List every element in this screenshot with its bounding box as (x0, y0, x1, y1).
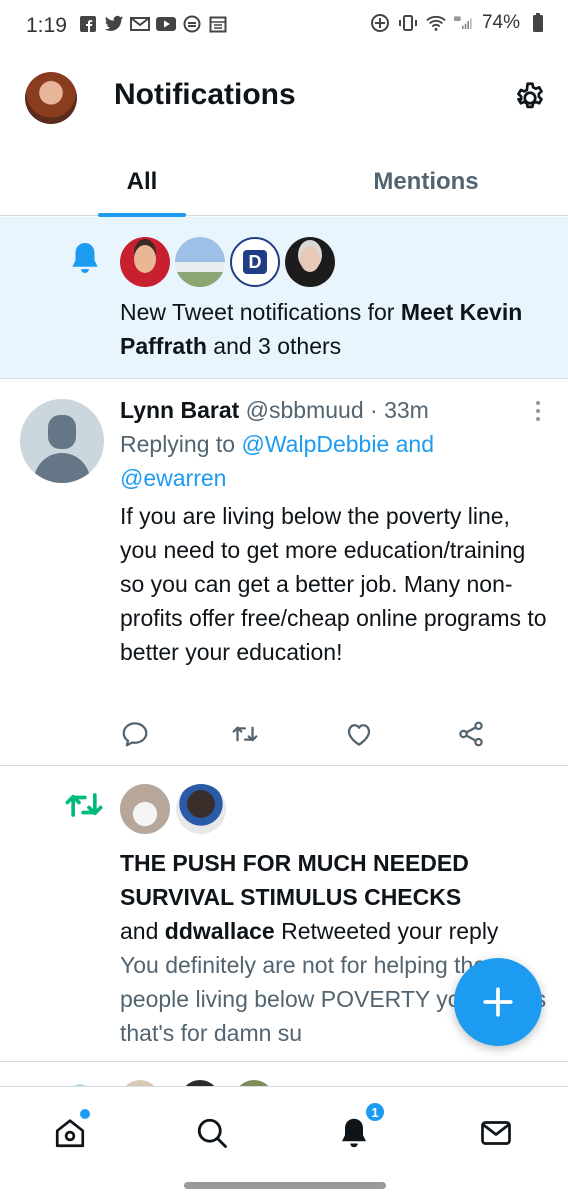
notification-text: New Tweet notifications for Meet Kevin P… (120, 295, 540, 363)
page-title: Notifications (114, 78, 296, 111)
replying-to-prefix: Replying to (120, 431, 242, 457)
gmail-icon (130, 14, 150, 34)
avatar[interactable] (20, 399, 104, 483)
youtube-icon (156, 14, 176, 34)
tweet-meta-separator: · (363, 397, 385, 423)
facebook-icon (78, 14, 98, 34)
retweet-summary: and ddwallace Retweeted your reply (120, 914, 560, 948)
mail-icon (481, 1121, 511, 1145)
avatar[interactable] (120, 237, 170, 287)
tweet-author-handle[interactable]: @sbbmuud (246, 397, 364, 423)
replying-to-link[interactable]: @ewarren (120, 465, 226, 491)
retweet-icon (64, 788, 104, 822)
retweet-icon[interactable] (230, 719, 260, 749)
bell-icon (66, 239, 104, 277)
home-unread-dot (80, 1109, 90, 1119)
default-avatar-body (34, 453, 90, 483)
avatar[interactable]: D (230, 237, 280, 287)
status-time: 1:19 (26, 14, 67, 37)
reply-tweet[interactable]: Lynn Barat @sbbmuud · 33m Replying to @W… (0, 379, 568, 766)
nav-home[interactable] (50, 1109, 90, 1153)
notification-tabs: All Mentions (0, 148, 568, 217)
like-icon[interactable] (344, 719, 374, 749)
home-icon (55, 1119, 85, 1148)
avatar[interactable] (120, 784, 170, 834)
search-icon (197, 1118, 227, 1148)
wifi-icon (426, 13, 446, 33)
retweeter-username[interactable]: ddwallace (165, 918, 275, 944)
status-left-icons (78, 14, 228, 34)
vibrate-icon (398, 13, 418, 33)
battery-percent: 74% (481, 12, 520, 33)
more-options-icon[interactable] (532, 399, 544, 423)
avatar[interactable] (175, 237, 225, 287)
new-tweets-notification[interactable]: D New Tweet notifications for Meet Kevin… (0, 217, 568, 379)
share-icon[interactable] (456, 719, 486, 749)
replying-to-link[interactable]: @WalpDebbie and (241, 431, 434, 457)
notification-text-prefix: New Tweet notifications for (120, 299, 401, 325)
tweet-actions (120, 719, 490, 749)
avatar[interactable] (176, 784, 226, 834)
status-right-icons: 74% (370, 12, 548, 34)
location-icon (370, 13, 390, 33)
tweet-header: Lynn Barat @sbbmuud · 33m (120, 395, 429, 425)
gesture-bar[interactable] (184, 1182, 386, 1189)
replying-to: Replying to @WalpDebbie and @ewarren (120, 427, 540, 495)
nav-notifications[interactable]: 1 (334, 1101, 386, 1153)
avatar-logo-letter: D (243, 250, 267, 274)
plus-icon (483, 987, 513, 1017)
status-bar: 1:19 74% (0, 0, 568, 52)
battery-icon (528, 13, 548, 33)
sync-icon (182, 14, 202, 34)
tweet-author-name[interactable]: Lynn Barat (120, 397, 239, 423)
tab-mentions[interactable]: Mentions (284, 148, 568, 216)
app-header: Notifications (0, 60, 568, 136)
profile-avatar[interactable] (25, 72, 77, 124)
notifications-badge: 1 (364, 1101, 386, 1123)
gear-icon[interactable] (512, 80, 548, 116)
twitter-icon (104, 14, 124, 34)
tweet-time: 33m (384, 397, 429, 423)
default-avatar-head (48, 415, 76, 449)
reply-icon[interactable] (120, 719, 150, 749)
retweet-summary-action: Retweeted your reply (274, 918, 499, 944)
retweeter-name[interactable]: THE PUSH FOR MUCH NEEDED SURVIVAL STIMUL… (120, 846, 550, 914)
nav-search[interactable] (192, 1113, 232, 1153)
notification-avatars: D (120, 237, 335, 287)
bell-icon (342, 1118, 366, 1148)
nav-messages[interactable] (476, 1113, 516, 1153)
tab-all[interactable]: All (0, 148, 284, 216)
notification-text-suffix: and 3 others (206, 333, 342, 359)
calendar-icon (208, 14, 228, 34)
signal-icon (453, 13, 474, 33)
compose-tweet-button[interactable] (454, 958, 542, 1046)
tweet-body: If you are living below the poverty line… (120, 503, 547, 665)
avatar[interactable] (285, 237, 335, 287)
retweet-summary-and: and (120, 918, 165, 944)
